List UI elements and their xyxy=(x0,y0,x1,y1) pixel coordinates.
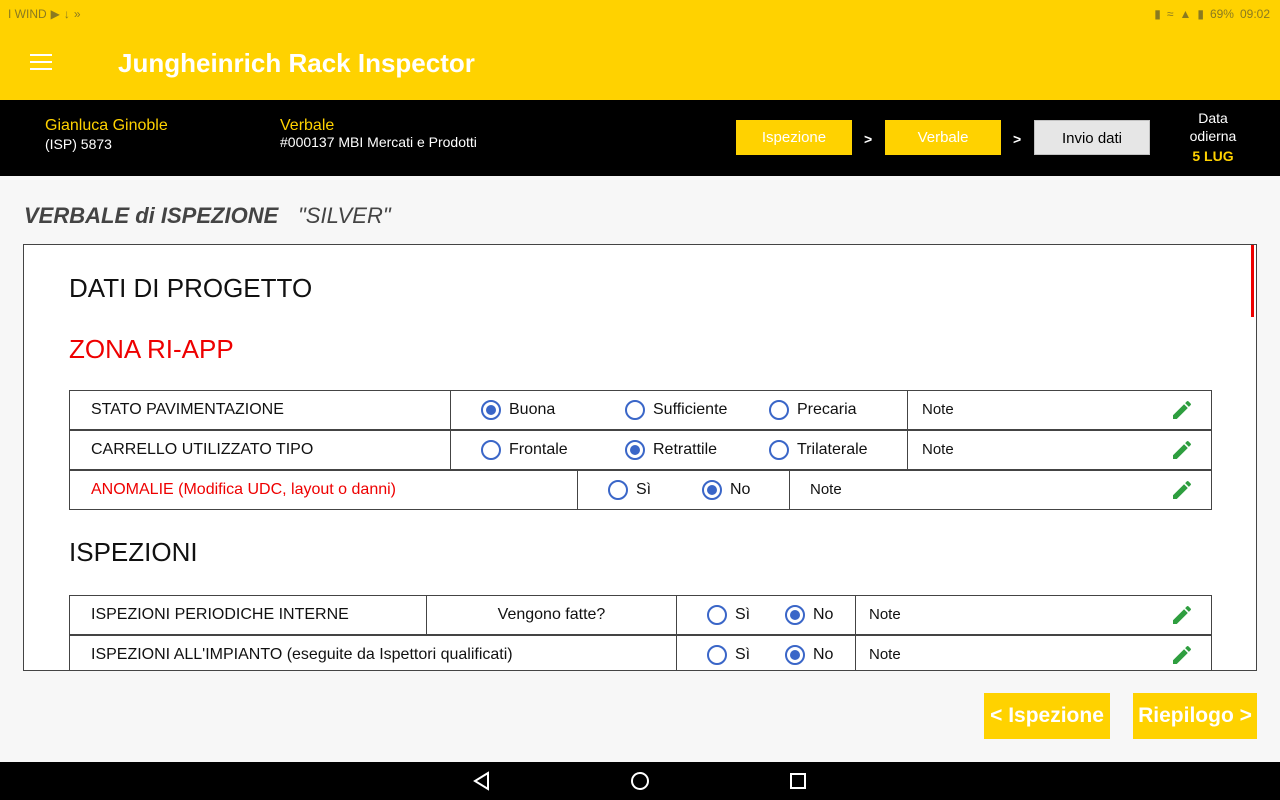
row-label: CARRELLO UTILIZZATO TIPO xyxy=(91,441,314,458)
options-cell: Sì No xyxy=(577,471,788,509)
row-stato-pavimentazione: STATO PAVIMENTAZIONE Buona Sufficiente P… xyxy=(69,390,1212,430)
radio-selected-icon xyxy=(785,605,805,625)
radio-no[interactable]: No xyxy=(785,605,833,625)
options-cell: Sì No xyxy=(676,636,855,670)
verbale-reference: #000137 MBI Mercati e Prodotti xyxy=(280,134,477,150)
recents-square-icon[interactable] xyxy=(786,770,810,792)
forward-icon: » xyxy=(73,7,81,21)
step-chevron: > xyxy=(1013,131,1022,147)
note-field[interactable]: Note xyxy=(922,441,954,458)
inspector-name: Gianluca Ginoble xyxy=(45,117,168,134)
back-triangle-icon[interactable] xyxy=(470,770,494,792)
note-field[interactable]: Note xyxy=(869,646,901,663)
row-label: ISPEZIONI PERIODICHE INTERNE xyxy=(91,606,349,623)
section-ispezioni: ISPEZIONI xyxy=(69,537,198,567)
radio-retrattile[interactable]: Retrattile xyxy=(625,440,717,460)
scrollbar[interactable] xyxy=(1251,245,1254,317)
status-right: ▮ ≈ ▲ ▮ 69% 09:02 xyxy=(1154,7,1270,21)
radio-no[interactable]: No xyxy=(702,480,750,500)
row-label: ANOMALIE (Modifica UDC, layout o danni) xyxy=(91,481,396,498)
date-value: 5 LUG xyxy=(1192,148,1234,164)
edit-pencil-icon[interactable] xyxy=(1170,438,1194,462)
verbale-label: Verbale xyxy=(280,117,335,134)
hamburger-menu-icon[interactable] xyxy=(30,54,52,70)
app-title: Jungheinrich Rack Inspector xyxy=(118,48,475,78)
info-bar: Gianluca Ginoble (ISP) 5873 Verbale #000… xyxy=(0,100,1280,176)
wifi-icon: ≈ xyxy=(1166,7,1174,21)
options-cell: Buona Sufficiente Precaria xyxy=(450,391,906,429)
radio-selected-icon xyxy=(702,480,722,500)
edit-pencil-icon[interactable] xyxy=(1170,643,1194,667)
edit-pencil-icon[interactable] xyxy=(1170,478,1194,502)
radio-selected-icon xyxy=(625,440,645,460)
note-field[interactable]: Note xyxy=(922,401,954,418)
radio-selected-icon xyxy=(481,400,501,420)
radio-si[interactable]: Sì xyxy=(608,480,651,500)
edit-pencil-icon[interactable] xyxy=(1170,398,1194,422)
question-label: Vengono fatte? xyxy=(497,606,606,623)
radio-empty-icon xyxy=(707,645,727,665)
section-zona: ZONA RI-APP xyxy=(69,334,234,364)
note-cell[interactable]: Note xyxy=(907,391,1212,429)
status-bar: I WIND ▶ ↓ » ▮ ≈ ▲ ▮ 69% 09:02 xyxy=(0,0,1280,28)
date-label: Data odierna xyxy=(1189,110,1237,144)
row-anomalie: ANOMALIE (Modifica UDC, layout o danni) … xyxy=(69,470,1212,510)
clock: 09:02 xyxy=(1239,7,1270,21)
page-title: VERBALE di ISPEZIONE xyxy=(24,203,279,228)
step-verbale[interactable]: Verbale xyxy=(885,120,1001,155)
radio-empty-icon xyxy=(769,400,789,420)
row-carrello-tipo: CARRELLO UTILIZZATO TIPO Frontale Retrat… xyxy=(69,430,1212,470)
section-dati-progetto: DATI DI PROGETTO xyxy=(69,273,313,303)
inspector-id: (ISP) 5873 xyxy=(45,136,112,152)
options-cell: Frontale Retrattile Trilaterale xyxy=(450,431,906,469)
radio-empty-icon xyxy=(608,480,628,500)
radio-frontale[interactable]: Frontale xyxy=(481,440,568,460)
row-ispezioni-periodiche: ISPEZIONI PERIODICHE INTERNE Vengono fat… xyxy=(69,595,1212,635)
step-invio-dati[interactable]: Invio dati xyxy=(1034,120,1150,155)
options-cell: Sì No xyxy=(676,596,855,634)
radio-no[interactable]: No xyxy=(785,645,833,665)
radio-precaria[interactable]: Precaria xyxy=(769,400,857,420)
vibrate-icon: ▮ xyxy=(1154,7,1161,21)
note-field[interactable]: Note xyxy=(869,606,901,623)
notification-icon: ▶ xyxy=(50,7,60,21)
system-nav-bar xyxy=(0,762,1280,800)
battery-level: 69% xyxy=(1209,7,1234,21)
note-field[interactable]: Note xyxy=(810,481,842,498)
carrier-label: I WIND xyxy=(8,7,47,21)
radio-buona[interactable]: Buona xyxy=(481,400,555,420)
radio-si[interactable]: Sì xyxy=(707,645,750,665)
radio-si[interactable]: Sì xyxy=(707,605,750,625)
radio-empty-icon xyxy=(625,400,645,420)
row-ispezioni-impianto: ISPEZIONI ALL'IMPIANTO (eseguite da Ispe… xyxy=(69,635,1212,670)
step-ispezione[interactable]: Ispezione xyxy=(736,120,852,155)
form-card[interactable]: DATI DI PROGETTO ZONA RI-APP STATO PAVIM… xyxy=(23,244,1257,671)
step-chevron: > xyxy=(864,131,873,147)
radio-sufficiente[interactable]: Sufficiente xyxy=(625,400,727,420)
radio-empty-icon xyxy=(481,440,501,460)
download-icon: ↓ xyxy=(63,7,70,21)
page-subtitle: "SILVER" xyxy=(298,203,391,228)
home-circle-icon[interactable] xyxy=(628,770,652,792)
radio-empty-icon xyxy=(707,605,727,625)
question-cell: Vengono fatte? xyxy=(426,596,675,634)
radio-trilaterale[interactable]: Trilaterale xyxy=(769,440,868,460)
next-riepilogo-button[interactable]: Riepilogo > xyxy=(1133,693,1257,739)
app-bar: Jungheinrich Rack Inspector xyxy=(0,28,1280,100)
row-label: STATO PAVIMENTAZIONE xyxy=(91,401,284,418)
battery-icon: ▮ xyxy=(1197,7,1204,21)
edit-pencil-icon[interactable] xyxy=(1170,603,1194,627)
back-ispezione-button[interactable]: < Ispezione xyxy=(984,693,1110,739)
signal-icon: ▲ xyxy=(1179,7,1192,21)
note-cell[interactable]: Note xyxy=(855,596,1212,634)
radio-empty-icon xyxy=(769,440,789,460)
radio-selected-icon xyxy=(785,645,805,665)
note-cell[interactable]: Note xyxy=(789,471,1212,509)
row-label: ISPEZIONI ALL'IMPIANTO (eseguite da Ispe… xyxy=(91,646,513,663)
status-left: I WIND ▶ ↓ » xyxy=(8,7,81,21)
note-cell[interactable]: Note xyxy=(907,431,1212,469)
note-cell[interactable]: Note xyxy=(855,636,1212,670)
